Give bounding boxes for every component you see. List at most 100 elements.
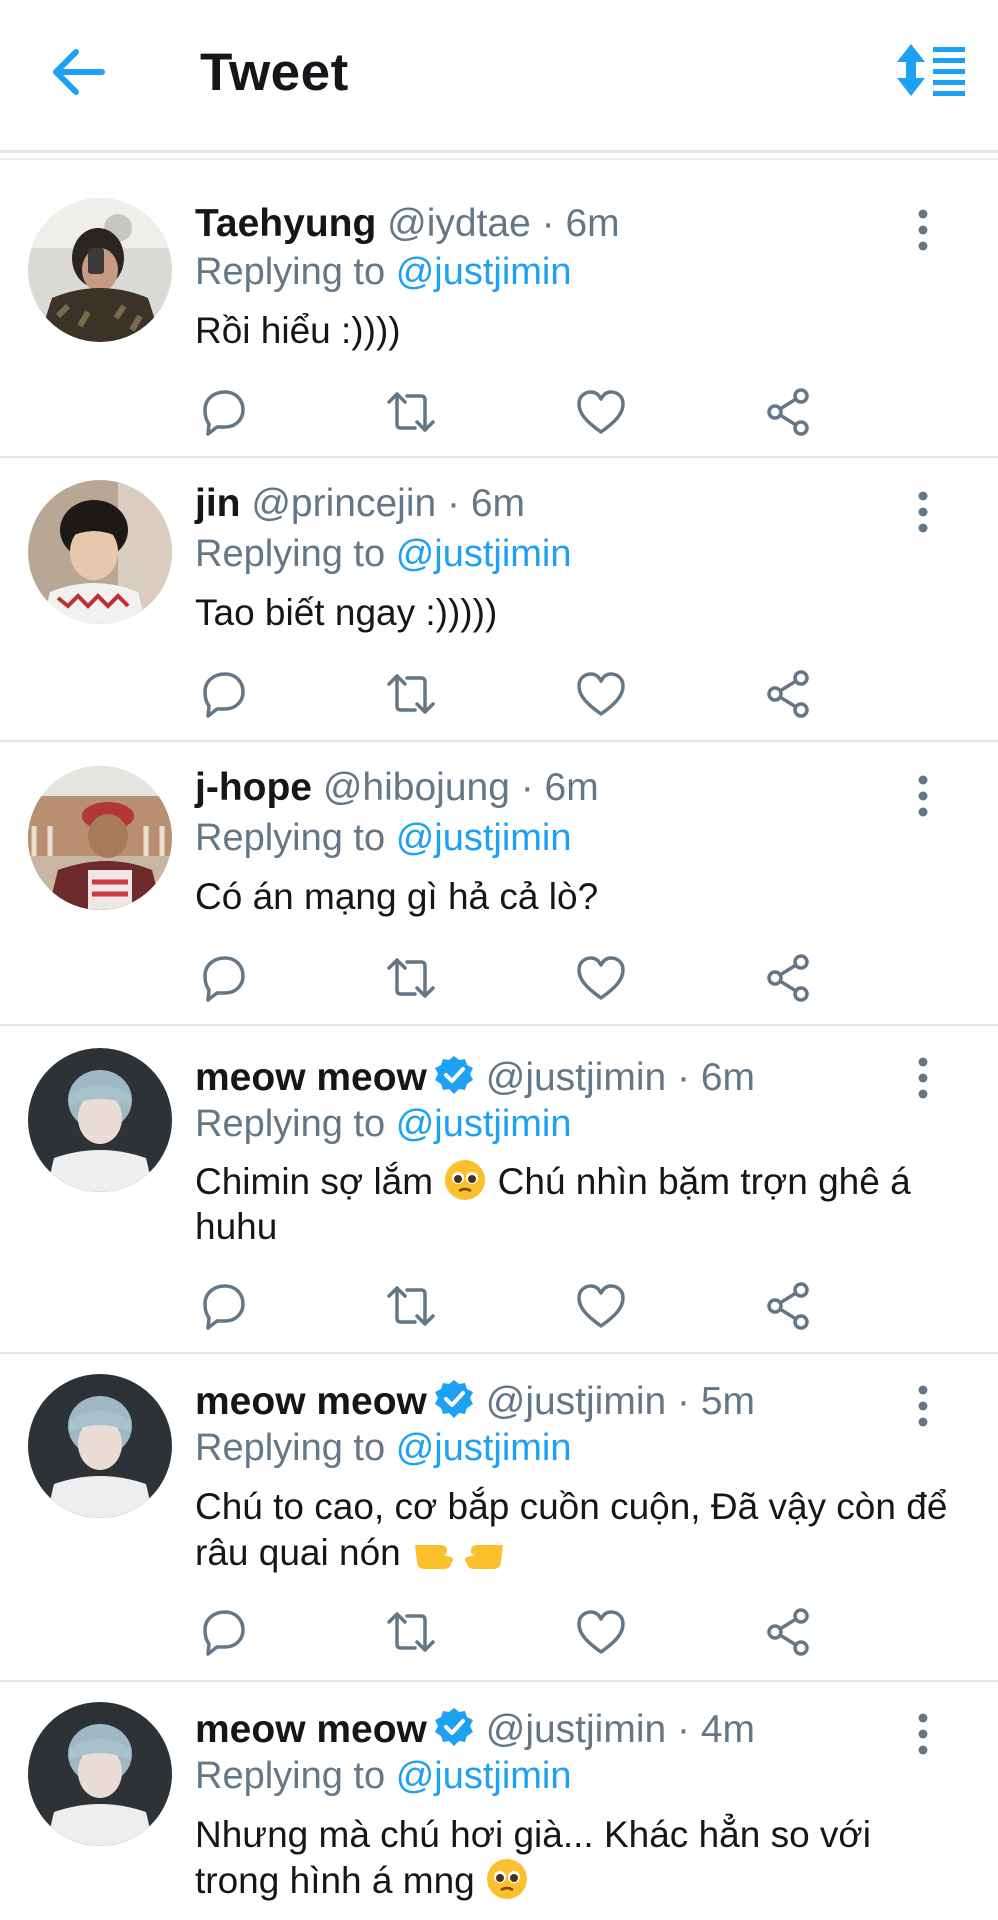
- like-button[interactable]: [573, 1278, 629, 1334]
- avatar[interactable]: [28, 480, 172, 624]
- tweet-item[interactable]: meow meow @justjimin · 5m Replying to @j…: [0, 1354, 998, 1682]
- reply-button[interactable]: [195, 384, 251, 440]
- share-button[interactable]: [761, 1604, 817, 1660]
- mention-link[interactable]: @justjimin: [396, 251, 572, 293]
- display-name[interactable]: j-hope: [195, 766, 312, 809]
- handle[interactable]: @justjimin: [486, 1380, 666, 1423]
- tweet-item[interactable]: Taehyung @iydtae · 6m Replying to @justj…: [0, 160, 998, 458]
- avatar[interactable]: [28, 1048, 172, 1192]
- retweet-button[interactable]: [383, 950, 439, 1006]
- share-icon: [767, 670, 809, 718]
- reply-button[interactable]: [195, 1604, 251, 1660]
- more-options-button[interactable]: [908, 206, 938, 256]
- tweet-text-part: Chimin sợ lắm: [195, 1161, 434, 1202]
- mention-link[interactable]: @justjimin: [396, 817, 572, 859]
- tweet-text-part: Chú to cao, cơ bắp cuồn cuộn, Đã vậy còn…: [195, 1486, 948, 1573]
- display-name[interactable]: meow meow: [195, 1708, 427, 1751]
- tweet-text-part: Nhưng mà chú hơi già... Khác hẳn so với …: [195, 1814, 871, 1901]
- share-icon: [767, 1608, 809, 1656]
- back-button[interactable]: [48, 46, 108, 98]
- display-name[interactable]: meow meow: [195, 1056, 427, 1099]
- replying-to: Replying to @justjimin: [195, 1424, 572, 1472]
- tweet-text: Rồi hiểu :)))): [195, 310, 401, 351]
- reply-button[interactable]: [195, 950, 251, 1006]
- top-app-bar: Tweet: [0, 0, 998, 153]
- tweet-item[interactable]: j-hope @hibojung · 6m Replying to @justj…: [0, 742, 998, 1026]
- retweet-icon: [387, 958, 435, 998]
- more-options-button[interactable]: [908, 772, 938, 822]
- mention-link[interactable]: @justjimin: [396, 1427, 572, 1469]
- pleading-face-emoji-icon: [487, 1859, 528, 1899]
- avatar-image: [28, 1702, 172, 1846]
- tweet-text: Chimin sợ lắm Chú nhìn bặm trợn ghê á hu…: [195, 1158, 955, 1249]
- avatar[interactable]: [28, 766, 172, 910]
- more-options-button[interactable]: [908, 1710, 938, 1760]
- display-name[interactable]: jin: [195, 482, 241, 525]
- handle[interactable]: @hibojung: [323, 766, 510, 809]
- tweet-header: meow meow @justjimin · 5m: [195, 1378, 755, 1426]
- tweet-actions: [195, 1278, 815, 1334]
- reply-icon: [203, 956, 245, 1002]
- replying-prefix: Replying to: [195, 817, 386, 859]
- retweet-button[interactable]: [383, 1278, 439, 1334]
- handle[interactable]: @justjimin: [486, 1708, 666, 1751]
- avatar[interactable]: [28, 1374, 172, 1518]
- sort-button[interactable]: [895, 42, 967, 98]
- retweet-icon: [387, 1612, 435, 1652]
- handle[interactable]: @justjimin: [486, 1056, 666, 1099]
- tweet-header: Taehyung @iydtae · 6m: [195, 200, 620, 248]
- pleading-face-emoji-icon: [445, 1160, 486, 1200]
- verified-badge-icon: [434, 1056, 473, 1094]
- share-button[interactable]: [761, 384, 817, 440]
- retweet-icon: [387, 1286, 435, 1326]
- tweet-item[interactable]: meow meow @justjimin · 4m Replying to @j…: [0, 1682, 998, 1920]
- replying-to: Replying to @justjimin: [195, 248, 572, 296]
- handle[interactable]: @iydtae: [387, 202, 531, 245]
- mention-link[interactable]: @justjimin: [396, 1103, 572, 1145]
- like-button[interactable]: [573, 384, 629, 440]
- display-name[interactable]: Taehyung: [195, 202, 376, 245]
- mention-link[interactable]: @justjimin: [396, 533, 572, 575]
- tweet-text: Nhưng mà chú hơi già... Khác hẳn so với …: [195, 1812, 955, 1903]
- timestamp: · 5m: [677, 1380, 756, 1423]
- more-options-button[interactable]: [908, 488, 938, 538]
- share-button[interactable]: [761, 666, 817, 722]
- tweet-header: jin @princejin · 6m: [195, 480, 525, 528]
- tweet-text: Tao biết ngay :))))): [195, 592, 498, 633]
- mention-link[interactable]: @justjimin: [396, 1755, 572, 1797]
- more-options-button[interactable]: [908, 1054, 938, 1104]
- timestamp: · 6m: [447, 482, 526, 525]
- tweet-header: j-hope @hibojung · 6m: [195, 764, 599, 812]
- tweet-text: Có án mạng gì hả cả lò?: [195, 876, 599, 917]
- retweet-button[interactable]: [383, 666, 439, 722]
- replying-to: Replying to @justjimin: [195, 530, 572, 578]
- replying-prefix: Replying to: [195, 1427, 386, 1469]
- handle[interactable]: @princejin: [251, 482, 436, 525]
- display-name[interactable]: meow meow: [195, 1380, 427, 1423]
- tweet-header: meow meow @justjimin · 4m: [195, 1706, 755, 1754]
- replying-to: Replying to @justjimin: [195, 1100, 572, 1148]
- like-button[interactable]: [573, 950, 629, 1006]
- tweet-text: Chú to cao, cơ bắp cuồn cuộn, Đã vậy còn…: [195, 1484, 955, 1575]
- reply-button[interactable]: [195, 1278, 251, 1334]
- like-button[interactable]: [573, 666, 629, 722]
- tweet-item[interactable]: meow meow @justjimin · 6m Replying to @j…: [0, 1026, 998, 1354]
- retweet-button[interactable]: [383, 1604, 439, 1660]
- share-button[interactable]: [761, 950, 817, 1006]
- verified-badge-icon: [434, 1708, 473, 1746]
- tweet-item[interactable]: jin @princejin · 6m Replying to @justjim…: [0, 458, 998, 742]
- share-button[interactable]: [761, 1278, 817, 1334]
- avatar[interactable]: [28, 1702, 172, 1846]
- tweet-actions: [195, 666, 815, 722]
- verified-badge-icon: [434, 1380, 473, 1418]
- retweet-button[interactable]: [383, 384, 439, 440]
- reply-icon: [203, 1284, 245, 1330]
- more-options-button[interactable]: [908, 1382, 938, 1432]
- avatar[interactable]: [28, 198, 172, 342]
- like-button[interactable]: [573, 1604, 629, 1660]
- avatar-image: [28, 198, 172, 342]
- tweet-actions: [195, 950, 815, 1006]
- like-icon: [577, 956, 625, 1000]
- timestamp: · 6m: [677, 1056, 756, 1099]
- reply-button[interactable]: [195, 666, 251, 722]
